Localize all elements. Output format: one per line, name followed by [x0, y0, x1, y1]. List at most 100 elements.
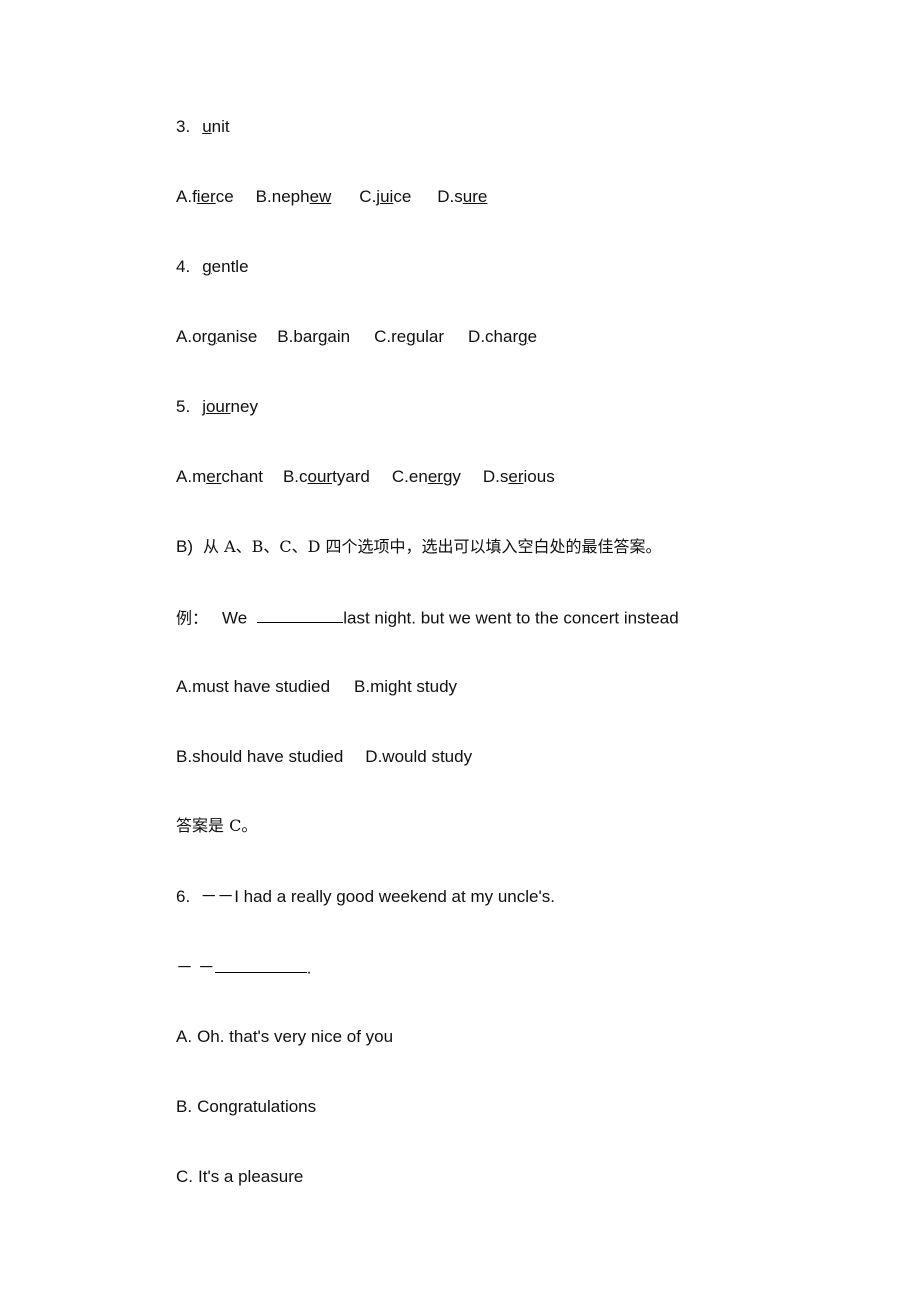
question-4-stem: 4. gentle: [176, 258, 876, 275]
option-c[interactable]: C.juice: [359, 187, 411, 206]
question-5-stem-underlined: our: [205, 397, 231, 416]
example-options-row-2: B.should have studied D.would study: [176, 748, 876, 818]
example-option-a-text: must have studied: [192, 677, 331, 696]
question-6-option-b-text: Congratulations: [197, 1097, 317, 1116]
section-b-instruction-text: 从 A、B、C、D 四个选项中，选出可以填入空白处的最佳答案。: [203, 537, 662, 556]
option-b[interactable]: B.bargain: [277, 327, 350, 346]
option-b-underlined: ew: [309, 187, 332, 206]
option-a[interactable]: A.merchant: [176, 467, 263, 486]
example-options-row-1: A.must have studied B.might study: [176, 678, 876, 748]
example-option-c[interactable]: B.should have studied: [176, 747, 343, 766]
option-a-post: ce: [215, 187, 234, 206]
example-answer-text: 答案是 C。: [176, 816, 258, 835]
question-6-option-c-row: C. It's a pleasure: [176, 1168, 876, 1238]
question-4-stem-rest: entle: [211, 257, 249, 276]
example-option-d-label: D.: [365, 747, 383, 766]
section-b-instruction-row: B) 从 A、B、C、D 四个选项中，选出可以填入空白处的最佳答案。: [176, 538, 876, 608]
example-option-d[interactable]: D.would study: [365, 747, 472, 766]
option-c-pre: en: [408, 467, 428, 486]
option-c-underlined: g: [406, 327, 416, 346]
question-6-speaker-a-text: I had a really good weekend at my uncle'…: [234, 887, 555, 906]
example-label: 例：: [176, 608, 209, 628]
example-option-a[interactable]: A.must have studied: [176, 677, 330, 696]
question-6-reply-period: .: [306, 958, 312, 978]
question-4-options-row: A.organise B.bargain C.regular D.charge: [176, 328, 876, 398]
document-content: 3. unit A.fierce B.nephew C.juice D.sure 4. g…: [176, 118, 876, 1238]
question-4-stem-row: 4. gentle: [176, 258, 876, 328]
option-d[interactable]: D.charge: [468, 327, 537, 346]
question-6-option-c[interactable]: C. It's a pleasure: [176, 1168, 876, 1185]
question-6-option-a-row: A. Oh. that's very nice of you: [176, 1028, 876, 1098]
question-4-options: A.organise B.bargain C.regular D.charge: [176, 328, 876, 345]
example-sentence: 例： We last night. but we went to the conce…: [176, 608, 876, 626]
question-6-option-b[interactable]: B. Congratulations: [176, 1098, 876, 1115]
option-b-underlined: our: [307, 467, 333, 486]
question-6-option-a-label: A.: [176, 1027, 193, 1046]
question-6-reply: － －.: [176, 958, 876, 976]
option-c-post: ce: [393, 187, 412, 206]
option-a-label: A.: [176, 467, 193, 486]
option-c-label: C.: [374, 327, 392, 346]
question-3-stem: 3. unit: [176, 118, 876, 135]
option-c-label: C.: [391, 467, 409, 486]
question-6-option-a-text: Oh. that's very nice of you: [197, 1027, 394, 1046]
option-c-post: ular: [415, 327, 445, 346]
example-option-b-text: might study: [370, 677, 458, 696]
question-3-options: A.fierce B.nephew C.juice D.sure: [176, 188, 876, 205]
question-6-stem-row: 6. －－I had a really good weekend at my un…: [176, 888, 876, 958]
question-6-number: 6.: [176, 887, 191, 906]
question-6-option-c-text: It's a pleasure: [198, 1167, 304, 1186]
option-c-label: C.: [359, 187, 377, 206]
example-option-c-label: B.: [176, 747, 193, 766]
example-sentence-before: We: [222, 608, 248, 628]
option-b-underlined: g: [317, 327, 328, 346]
question-4-stem-underlined: g: [202, 257, 212, 276]
question-3-number: 3.: [176, 117, 191, 136]
option-a-label: A.: [176, 327, 193, 346]
question-4-number: 4.: [176, 257, 191, 276]
question-6-reply-dash: － －: [176, 958, 215, 978]
question-3-options-row: A.fierce B.nephew C.juice D.sure: [176, 188, 876, 258]
option-c-underlined: ui: [380, 187, 394, 206]
example-options-line-2: B.should have studied D.would study: [176, 748, 876, 765]
option-a[interactable]: A.organise: [176, 327, 257, 346]
example-options-line-1: A.must have studied B.might study: [176, 678, 876, 695]
option-b[interactable]: B.nephew: [256, 187, 332, 206]
question-6-option-c-label: C.: [176, 1167, 193, 1186]
question-5-stem-row: 5. journey: [176, 398, 876, 468]
document-page: 3. unit A.fierce B.nephew C.juice D.sure 4. g…: [0, 0, 920, 1302]
option-c-pre: re: [391, 327, 407, 346]
question-5-stem: 5. journey: [176, 398, 876, 415]
option-c[interactable]: C.energy: [392, 467, 461, 486]
question-3-stem-underlined: u: [202, 117, 212, 136]
example-option-b[interactable]: B.might study: [354, 677, 457, 696]
option-b[interactable]: B.courtyard: [283, 467, 370, 486]
option-d[interactable]: D.sure: [437, 187, 487, 206]
question-6-option-a[interactable]: A. Oh. that's very nice of you: [176, 1028, 876, 1045]
option-d-underlined: g: [518, 327, 528, 346]
option-a-underlined: er: [206, 467, 222, 486]
question-6-option-b-label: B.: [176, 1097, 193, 1116]
option-d-label: D.: [482, 467, 500, 486]
option-a-post: anise: [216, 327, 258, 346]
question-6-answer-blank[interactable]: [214, 958, 307, 974]
option-a-post: chant: [221, 467, 263, 486]
example-option-a-label: A.: [176, 677, 193, 696]
option-b-pre: bar: [293, 327, 318, 346]
question-5-number: 5.: [176, 397, 191, 416]
example-option-d-text: would study: [382, 747, 473, 766]
option-a[interactable]: A.fierce: [176, 187, 234, 206]
option-b-label: B.: [255, 187, 272, 206]
option-d-label: D.: [468, 327, 486, 346]
option-d-pre: char: [485, 327, 519, 346]
question-6-stem: 6. －－I had a really good weekend at my un…: [176, 888, 876, 905]
option-d-underlined: ure: [462, 187, 488, 206]
section-b-marker: B): [176, 537, 193, 556]
example-answer-blank[interactable]: [257, 608, 344, 624]
option-c[interactable]: C.regular: [374, 327, 444, 346]
option-a-underlined: ier: [196, 187, 216, 206]
section-b-instruction-line: B) 从 A、B、C、D 四个选项中，选出可以填入空白处的最佳答案。: [176, 538, 876, 555]
option-d[interactable]: D.serious: [483, 467, 555, 486]
option-d-post: ious: [523, 467, 555, 486]
question-6-dash-marker: －－: [200, 887, 235, 906]
